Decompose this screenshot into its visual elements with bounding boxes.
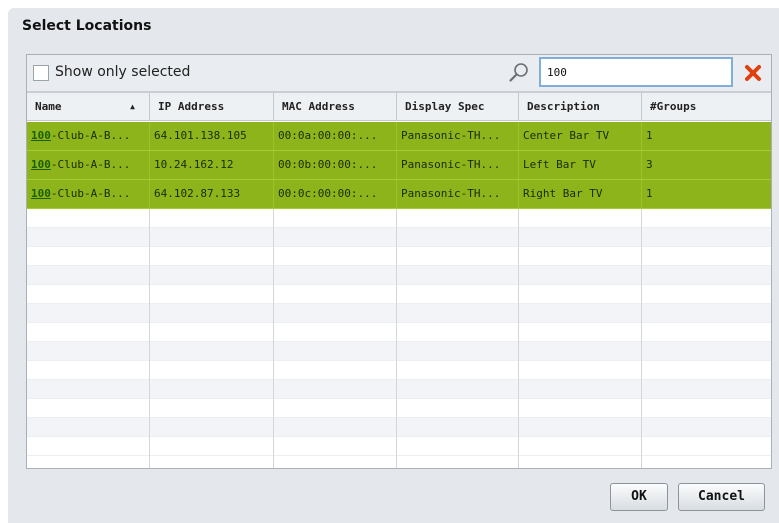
ip-address-cell: 64.101.138.105 [150,122,274,150]
search-match-highlight: 100 [31,187,51,200]
mac-address-cell: 00:0b:00:00:... [274,151,397,179]
empty-rows-area [27,209,771,468]
display-spec-cell: Panasonic-TH... [397,122,519,150]
ip-address-cell: 64.102.87.133 [150,180,274,208]
groups-cell: 3 [646,158,653,171]
table-header: Name ▲ IP Address MAC Address Display Sp… [27,93,771,121]
locations-table: Name ▲ IP Address MAC Address Display Sp… [27,92,771,468]
column-header-mac-address[interactable]: MAC Address [274,93,397,121]
column-header-display-spec[interactable]: Display Spec [397,93,519,121]
display-spec-cell: Panasonic-TH... [397,180,519,208]
name-cell: 100-Club-A-B... [27,151,150,179]
column-header-ip-address[interactable]: IP Address [150,93,274,121]
search-input[interactable] [539,57,733,87]
table-body: 100-Club-A-B... 64.101.138.105 00:0a:00:… [27,122,771,209]
search-match-highlight: 100 [31,158,51,171]
column-header-description[interactable]: Description [519,93,642,121]
table-row[interactable]: 100-Club-A-B... 64.102.87.133 00:0c:00:0… [27,180,771,209]
description-cell: Left Bar TV [519,151,642,179]
mac-address-cell: 00:0c:00:00:... [274,180,397,208]
ok-button[interactable]: OK [610,483,668,511]
table-row[interactable]: 100-Club-A-B... 10.24.162.12 00:0b:00:00… [27,151,771,180]
column-header-groups[interactable]: #Groups [642,93,771,121]
column-header-name[interactable]: Name ▲ [27,93,150,121]
clear-icon[interactable] [743,63,763,83]
dialog-title: Select Locations [22,18,152,34]
mac-address-cell: 00:0a:00:00:... [274,122,397,150]
show-only-selected-label[interactable]: Show only selected [55,64,190,80]
table-row[interactable]: 100-Club-A-B... 64.101.138.105 00:0a:00:… [27,122,771,151]
description-cell: Right Bar TV [519,180,642,208]
name-cell: 100-Club-A-B... [27,122,150,150]
search-match-highlight: 100 [31,129,51,142]
ip-address-cell: 10.24.162.12 [150,151,274,179]
sort-ascending-icon: ▲ [130,102,135,111]
show-only-selected-checkbox[interactable] [33,65,49,81]
name-cell: 100-Club-A-B... [27,180,150,208]
display-spec-cell: Panasonic-TH... [397,151,519,179]
locations-panel: Show only selected Name ▲ IP Address MAC… [26,54,772,469]
groups-cell: 1 [646,187,653,200]
description-cell: Center Bar TV [519,122,642,150]
filter-toolbar: Show only selected [27,55,771,92]
cancel-button[interactable]: Cancel [678,483,765,511]
groups-cell: 1 [646,129,653,142]
select-locations-dialog: Select Locations Show only selected Name… [8,8,779,523]
search-icon [509,63,528,82]
